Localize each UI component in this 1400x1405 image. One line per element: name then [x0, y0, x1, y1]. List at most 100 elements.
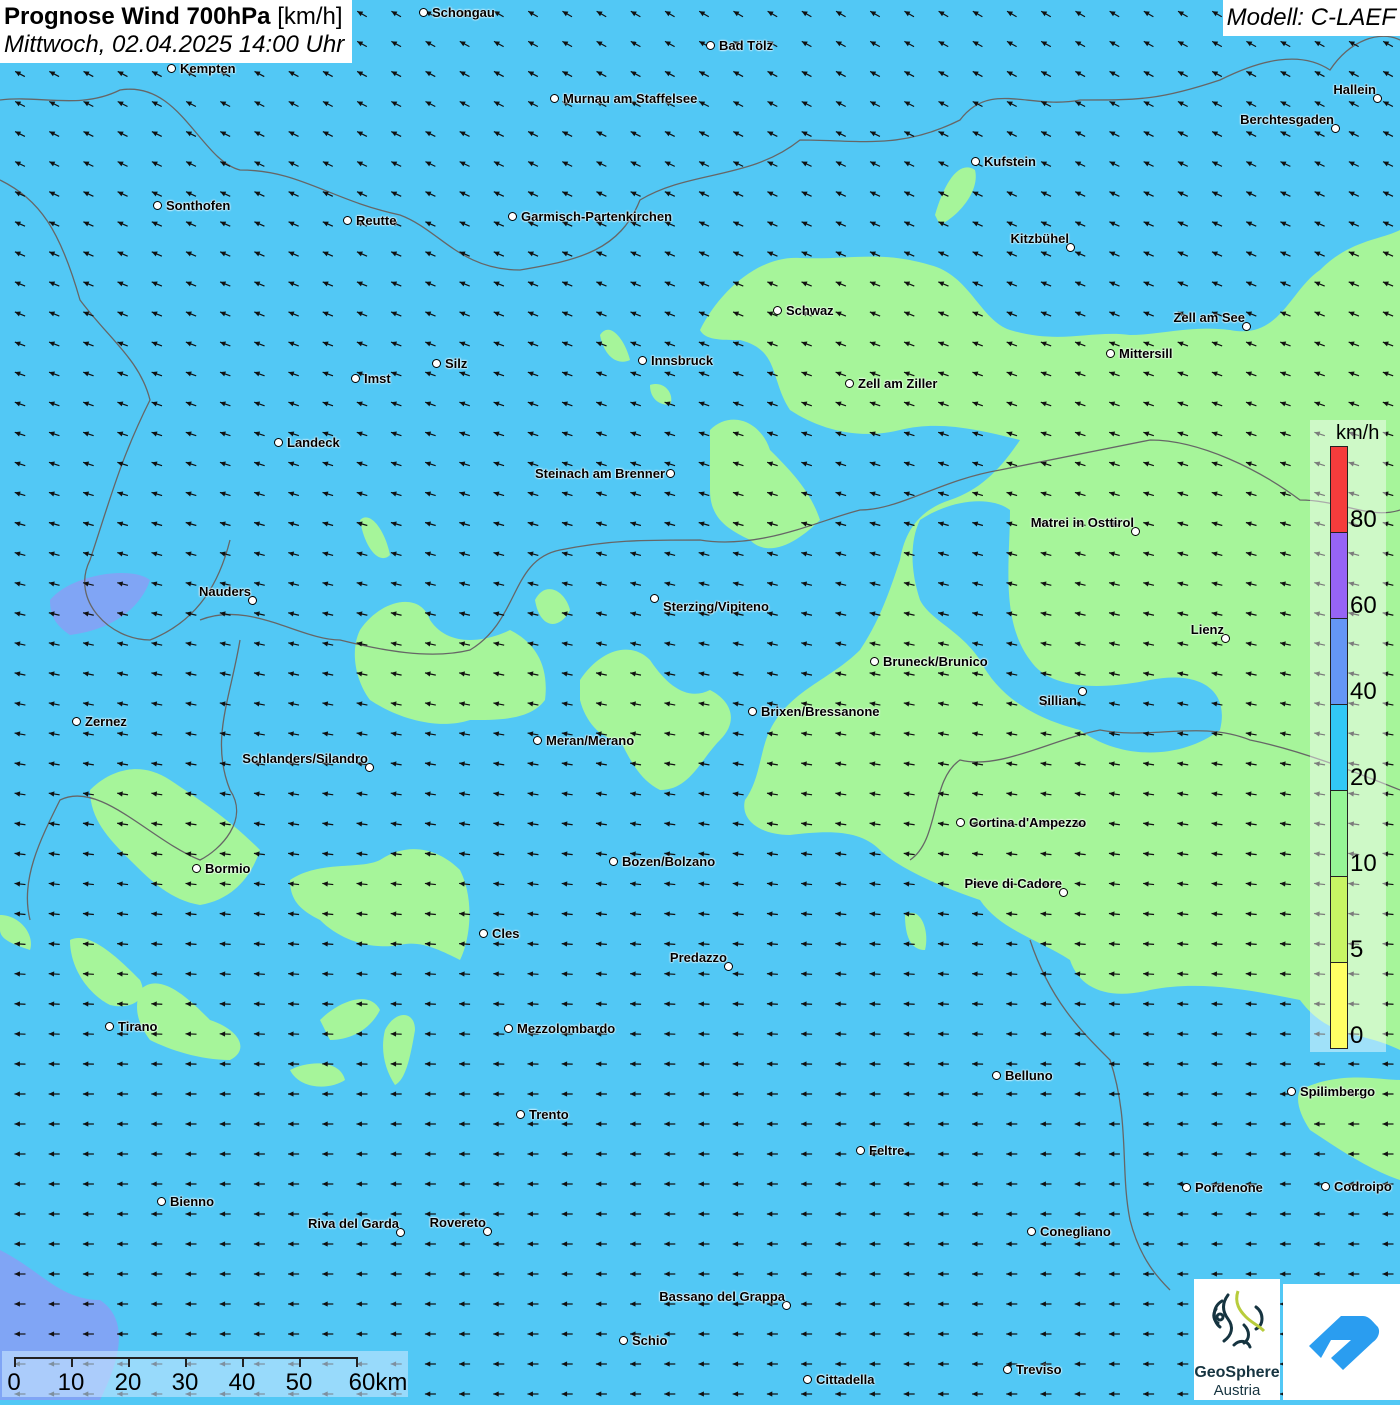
wind-arrow [118, 252, 128, 257]
map-unit: [km/h] [277, 3, 342, 30]
wind-arrow [220, 1181, 231, 1186]
wind-arrow [972, 1331, 983, 1336]
wind-arrow [49, 701, 60, 706]
wind-arrow [323, 282, 333, 287]
wind-arrow [49, 791, 60, 796]
wind-arrow [801, 671, 812, 676]
wind-arrow [493, 581, 504, 586]
wind-arrow [186, 132, 196, 137]
wind-arrow [1315, 71, 1325, 76]
wind-arrow [288, 1271, 299, 1276]
wind-arrow [15, 911, 26, 916]
wind-arrow [801, 431, 811, 436]
wind-arrow [1212, 1271, 1223, 1276]
wind-arrow [870, 101, 880, 106]
wind-arrow [494, 132, 504, 137]
wind-arrow [15, 581, 26, 586]
wind-arrow [1075, 312, 1085, 317]
wind-arrow [699, 132, 709, 137]
wind-arrow [767, 1031, 778, 1036]
wind-arrow [1246, 1091, 1257, 1096]
wind-arrow [767, 192, 777, 197]
wind-arrow [699, 372, 709, 377]
wind-arrow [357, 402, 367, 407]
wind-arrow [152, 252, 162, 257]
wind-arrow [870, 11, 880, 16]
wind-arrow [528, 41, 538, 46]
wind-arrow [117, 941, 128, 946]
wind-arrow [1006, 941, 1017, 946]
wind-arrow [391, 1241, 402, 1246]
wind-arrow [904, 1091, 915, 1096]
wind-arrow [186, 641, 197, 646]
wind-arrow [151, 1301, 162, 1306]
wind-arrow [322, 581, 333, 586]
wind-arrow [49, 1121, 60, 1126]
wind-arrow [289, 71, 299, 76]
wind-arrow [1212, 192, 1222, 197]
wind-arrow [562, 431, 572, 436]
wind-arrow [699, 791, 710, 796]
wind-arrow [152, 491, 163, 496]
wind-arrow [83, 1031, 94, 1036]
wind-arrow [767, 1151, 778, 1156]
wind-arrow [49, 1241, 60, 1246]
wind-arrow [322, 641, 333, 646]
city-marker [1106, 349, 1115, 358]
wind-arrow [733, 71, 743, 76]
wind-arrow [186, 461, 196, 466]
wind-arrow [1280, 282, 1290, 287]
wind-arrow [323, 372, 333, 377]
wind-arrow [630, 1121, 641, 1126]
wind-arrow [1177, 1001, 1188, 1006]
wind-arrow [1109, 1151, 1120, 1156]
wind-arrow [220, 791, 231, 796]
green-area [355, 602, 546, 724]
city-marker [773, 306, 782, 315]
wind-arrow [870, 1031, 881, 1036]
wind-arrow [49, 761, 60, 766]
city-label: Rovereto [430, 1215, 486, 1230]
wind-arrow [1315, 192, 1325, 197]
wind-arrow [1109, 1271, 1120, 1276]
wind-arrow [1041, 1181, 1052, 1186]
wind-arrow [117, 1211, 128, 1216]
wind-arrow [870, 971, 881, 976]
wind-arrow [15, 761, 26, 766]
scale-tick [185, 1357, 187, 1367]
wind-arrow [391, 1121, 402, 1126]
wind-arrow [528, 491, 539, 496]
wind-arrow [118, 192, 128, 197]
wind-arrow [391, 761, 402, 766]
wind-arrow [254, 1301, 265, 1306]
wind-arrow [630, 881, 641, 886]
wind-arrow [938, 1271, 949, 1276]
wind-arrow [49, 402, 59, 407]
city-label: Sonthofen [166, 198, 230, 213]
wind-arrow [836, 162, 846, 167]
wind-arrow [733, 1031, 744, 1036]
wind-arrow [322, 731, 333, 736]
wind-arrow [630, 1031, 641, 1036]
wind-arrow [83, 1121, 94, 1126]
wind-arrow [49, 1001, 60, 1006]
wind-arrow [733, 851, 744, 856]
wind-arrow [972, 1361, 983, 1366]
wind-arrow [699, 192, 709, 197]
wind-arrow [631, 192, 641, 197]
wind-arrow [1143, 1301, 1154, 1306]
wind-arrow [254, 162, 264, 167]
wind-arrow [1144, 192, 1154, 197]
wind-arrow [391, 731, 402, 736]
wind-arrow [904, 222, 914, 227]
wind-arrow [459, 461, 469, 466]
wind-arrow [459, 761, 470, 766]
wind-arrow [1212, 282, 1222, 287]
scale-label: 50 [286, 1369, 313, 1397]
wind-arrow [289, 282, 299, 287]
wind-arrow [15, 821, 26, 826]
wind-arrow [288, 551, 299, 556]
wind-arrow [323, 312, 333, 317]
wind-arrow [493, 1001, 504, 1006]
city-label: Bassano del Grappa [659, 1289, 785, 1304]
